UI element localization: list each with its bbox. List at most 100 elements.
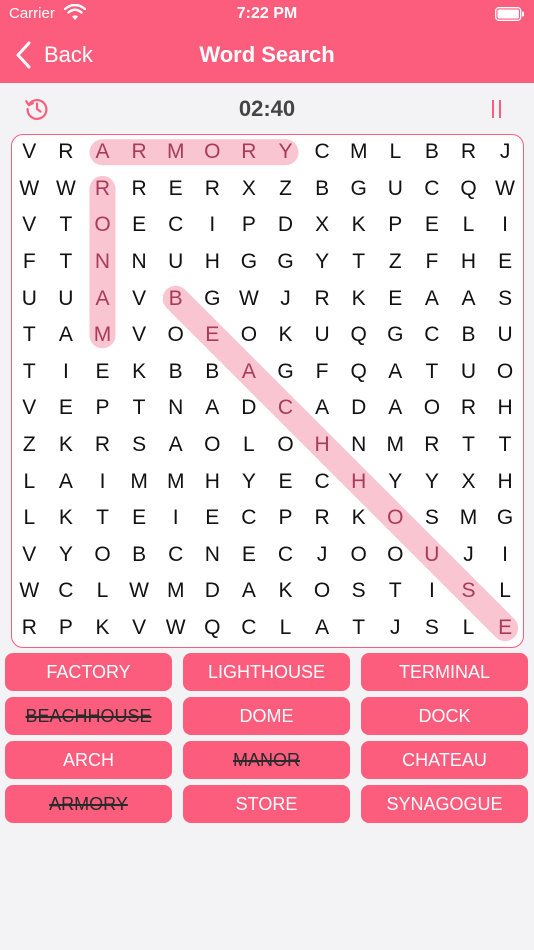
grid-cell[interactable]: A [194,390,231,427]
grid-cell[interactable]: O [267,427,304,464]
grid-cell[interactable]: A [84,280,121,317]
grid-cell[interactable]: K [48,500,85,537]
grid-cell[interactable]: Y [48,537,85,574]
grid-cell[interactable]: I [48,354,85,391]
grid-cell[interactable]: Y [267,134,304,171]
grid-cell[interactable]: E [84,354,121,391]
grid-cell[interactable]: E [194,317,231,354]
grid-cell[interactable]: V [11,134,48,171]
grid-cell[interactable]: T [84,500,121,537]
grid-cell[interactable]: U [304,317,341,354]
grid-cell[interactable]: L [450,207,487,244]
grid-cell[interactable]: S [414,610,451,647]
grid-cell[interactable]: W [121,573,158,610]
grid-cell[interactable]: D [231,390,268,427]
grid-cell[interactable]: L [267,610,304,647]
grid-cell[interactable]: T [11,354,48,391]
grid-cell[interactable]: N [340,427,377,464]
grid-cell[interactable]: Y [414,463,451,500]
grid-cell[interactable]: U [377,171,414,208]
grid-cell[interactable]: O [487,354,524,391]
grid-cell[interactable]: Q [340,354,377,391]
grid-cell[interactable]: N [84,244,121,281]
grid-cell[interactable]: T [450,427,487,464]
grid-cell[interactable]: R [194,171,231,208]
grid-cell[interactable]: N [121,244,158,281]
grid-cell[interactable]: T [48,207,85,244]
grid-cell[interactable]: W [48,171,85,208]
grid-cell[interactable]: A [450,280,487,317]
grid-cell[interactable]: K [340,280,377,317]
grid-cell[interactable]: M [157,573,194,610]
grid-cell[interactable]: L [231,427,268,464]
grid-cell[interactable]: B [157,354,194,391]
grid-cell[interactable]: X [450,463,487,500]
grid-cell[interactable]: N [157,390,194,427]
grid-cell[interactable]: C [267,537,304,574]
grid-cell[interactable]: R [121,171,158,208]
grid-cell[interactable]: R [48,134,85,171]
grid-cell[interactable]: I [414,573,451,610]
grid-cell[interactable]: M [377,427,414,464]
grid-cell[interactable]: W [11,171,48,208]
grid-cell[interactable]: S [450,573,487,610]
grid-cell[interactable]: O [84,207,121,244]
word-button[interactable]: BEACHHOUSE [5,697,172,735]
grid-cell[interactable]: W [11,573,48,610]
grid-cell[interactable]: Y [377,463,414,500]
grid-cell[interactable]: Y [304,244,341,281]
grid-cell[interactable]: F [11,244,48,281]
grid-cell[interactable]: L [487,573,524,610]
grid-cell[interactable]: A [48,463,85,500]
grid-cell[interactable]: E [121,500,158,537]
grid-cell[interactable]: R [450,134,487,171]
grid-cell[interactable]: G [267,354,304,391]
word-button[interactable]: FACTORY [5,653,172,691]
grid-cell[interactable]: E [414,207,451,244]
grid-cell[interactable]: D [267,207,304,244]
grid-cell[interactable]: S [414,500,451,537]
grid-cell[interactable]: A [304,390,341,427]
grid-cell[interactable]: U [48,280,85,317]
grid-cell[interactable]: J [304,537,341,574]
grid-cell[interactable]: A [231,354,268,391]
grid-cell[interactable]: S [487,280,524,317]
grid-cell[interactable]: C [304,134,341,171]
grid-cell[interactable]: T [121,390,158,427]
grid-cell[interactable]: Z [377,244,414,281]
grid-cell[interactable]: Z [11,427,48,464]
grid-cell[interactable]: H [450,244,487,281]
grid-cell[interactable]: B [121,537,158,574]
grid-cell[interactable]: K [121,354,158,391]
grid-cell[interactable]: R [414,427,451,464]
grid-cell[interactable]: R [304,280,341,317]
grid-cell[interactable]: A [157,427,194,464]
grid-cell[interactable]: I [194,207,231,244]
grid-cell[interactable]: T [414,354,451,391]
grid-cell[interactable]: B [450,317,487,354]
grid-cell[interactable]: K [340,207,377,244]
grid-cell[interactable]: E [121,207,158,244]
grid-cell[interactable]: B [304,171,341,208]
grid-cell[interactable]: A [414,280,451,317]
grid-cell[interactable]: A [231,573,268,610]
grid-cell[interactable]: T [11,317,48,354]
grid-cell[interactable]: B [157,280,194,317]
grid-cell[interactable]: T [340,610,377,647]
grid-cell[interactable]: C [304,463,341,500]
grid-cell[interactable]: M [340,134,377,171]
grid-cell[interactable]: C [48,573,85,610]
grid-cell[interactable]: K [84,610,121,647]
grid-cell[interactable]: D [340,390,377,427]
grid-cell[interactable]: A [84,134,121,171]
grid-cell[interactable]: J [487,134,524,171]
grid-cell[interactable]: J [450,537,487,574]
grid-cell[interactable]: C [157,207,194,244]
word-button[interactable]: DOME [183,697,350,735]
grid-cell[interactable]: M [157,134,194,171]
grid-cell[interactable]: K [340,500,377,537]
grid-cell[interactable]: I [487,207,524,244]
grid-cell[interactable]: M [157,463,194,500]
grid-cell[interactable]: H [487,390,524,427]
grid-cell[interactable]: R [450,390,487,427]
